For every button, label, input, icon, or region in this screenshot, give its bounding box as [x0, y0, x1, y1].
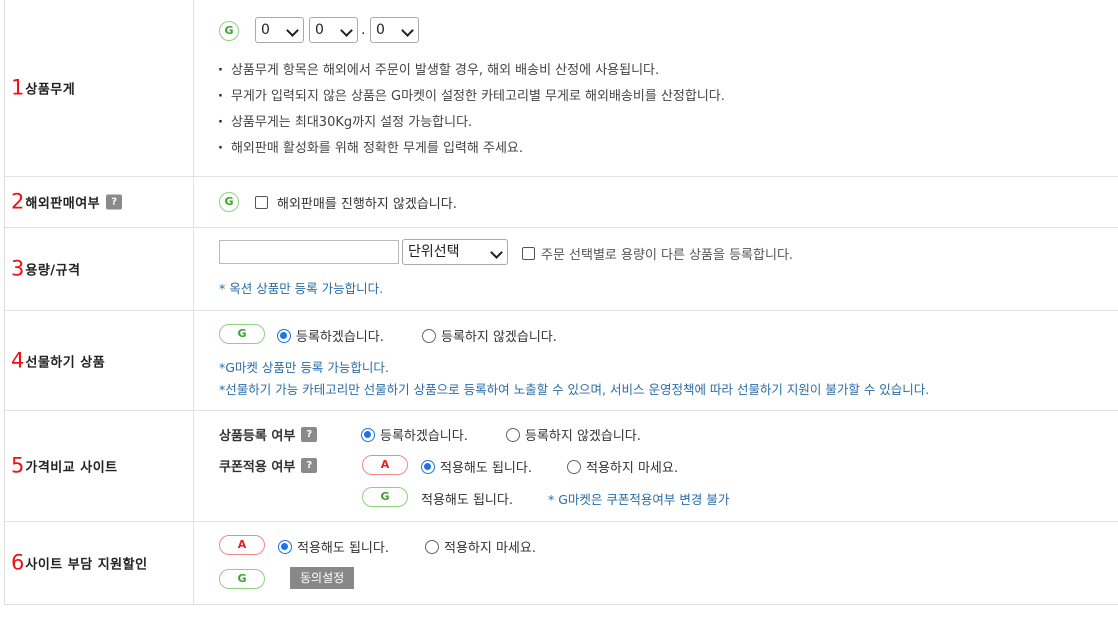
chevron-down-icon [401, 24, 414, 37]
row-weight: 1상품무게 G 0 0 . 0 상품무게 항목은 해외에서 주문이 발생할 경우… [5, 0, 1118, 176]
radio-icon[interactable] [567, 459, 581, 474]
coupon-radio-no[interactable]: 적용하지 마세요. [567, 457, 678, 476]
gift-radio-no[interactable]: 등록하지 않겠습니다. [422, 326, 557, 345]
row-content: G 등록하겠습니다. 등록하지 않겠습니다. *G마켓 상품만 등록 가능합니다… [194, 311, 1118, 410]
row-overseas: 2 해외판매여부? G 해외판매를 진행하지 않겠습니다. [5, 176, 1118, 227]
unit-select[interactable]: 단위선택 [402, 239, 508, 265]
bullet-item: 상품무게 항목은 해외에서 주문이 발생할 경우, 해외 배송비 산정에 사용됩… [218, 59, 659, 78]
row-header: 2 해외판매여부? [5, 177, 194, 227]
row-number: 4 [11, 348, 25, 372]
row-title: 사이트 부담 지원할인 [25, 557, 148, 573]
row-number: 3 [11, 256, 25, 281]
auction-badge: A [219, 535, 265, 555]
gmarket-badge: G [219, 21, 239, 41]
radio-icon[interactable] [506, 427, 520, 442]
row-title: 용량/규격 [25, 263, 81, 279]
weight-select-2[interactable]: 0 [309, 17, 358, 43]
radio-label: 등록하겠습니다. [296, 330, 384, 345]
bullet-item: 해외판매 활성화를 위해 정확한 무게를 입력해 주세요. [218, 137, 523, 156]
volume-checkbox-wrap[interactable]: 주문 선택별로 용량이 다른 상품을 등록합니다. [522, 244, 793, 263]
discount-radio-no[interactable]: 적용하지 마세요. [425, 537, 536, 556]
register-radio-yes[interactable]: 등록하겠습니다. [361, 425, 468, 444]
overseas-checkbox-wrap[interactable]: 해외판매를 진행하지 않겠습니다. [255, 193, 457, 212]
row-number: 2 [11, 189, 25, 214]
radio-label: 적용해도 됩니다. [297, 541, 389, 556]
overseas-checkbox[interactable] [255, 196, 268, 209]
row-gift: 4 선물하기 상품 G 등록하겠습니다. 등록하지 않겠습니다. *G마켓 상품만… [5, 310, 1118, 410]
coupon-label: 쿠폰적용 여부? [219, 456, 318, 475]
auction-note: * 옥션 상품만 등록 가능합니다. [219, 281, 384, 296]
radio-selected-icon[interactable] [278, 539, 292, 554]
chevron-down-icon [286, 24, 299, 37]
help-icon[interactable]: ? [301, 427, 318, 442]
register-radio-no[interactable]: 등록하지 않겠습니다. [506, 425, 641, 444]
volume-checkbox[interactable] [522, 247, 535, 260]
row-site-discount: 6 사이트 부담 지원할인 A 적용해도 됩니다. 적용하지 마세요. G 동의설… [5, 521, 1118, 604]
row-number: 5 [11, 453, 25, 478]
row-title: 해외판매여부 [25, 196, 101, 212]
row-header: 5 가격비교 사이트 [5, 411, 194, 521]
row-number: 1 [11, 75, 25, 100]
radio-label: 적용하지 마세요. [586, 461, 678, 476]
gmarket-badge: G [219, 324, 265, 344]
gmarket-badge: G [219, 192, 239, 212]
row-content: 상품등록 여부? 등록하겠습니다. 등록하지 않겠습니다. 쿠폰적용 여부? A… [194, 411, 1118, 521]
chevron-down-icon [340, 24, 353, 37]
volume-input[interactable] [219, 240, 399, 264]
bullet-item: 상품무게는 최대30Kg까지 설정 가능합니다. [218, 111, 472, 130]
help-icon[interactable]: ? [301, 458, 318, 473]
checkbox-label: 주문 선택별로 용량이 다른 상품을 등록합니다. [541, 248, 794, 263]
row-price-compare: 5 가격비교 사이트 상품등록 여부? 등록하겠습니다. 등록하지 않겠습니다. … [5, 410, 1118, 521]
radio-selected-icon[interactable] [421, 459, 435, 474]
radio-icon[interactable] [422, 328, 436, 343]
row-title: 상품무게 [25, 82, 76, 98]
coupon-radio-yes[interactable]: 적용해도 됩니다. [421, 457, 532, 476]
gift-radio-yes[interactable]: 등록하겠습니다. [277, 326, 384, 345]
product-settings-table: 1상품무게 G 0 0 . 0 상품무게 항목은 해외에서 주문이 발생할 경우… [4, 0, 1118, 605]
label-text: 상품등록 여부 [219, 429, 296, 444]
gmarket-coupon-text: 적용해도 됩니다. [421, 493, 513, 508]
row-header: 4 선물하기 상품 [5, 311, 194, 410]
chevron-down-icon [490, 246, 503, 259]
agree-setting-button[interactable]: 동의설정 [290, 567, 355, 589]
label-text: 쿠폰적용 여부 [219, 460, 296, 475]
radio-label: 등록하지 않겠습니다. [525, 429, 641, 444]
gmarket-badge: G [219, 569, 265, 589]
row-content: G 해외판매를 진행하지 않겠습니다. [194, 177, 1118, 227]
row-title: 가격비교 사이트 [25, 460, 118, 476]
weight-select-3[interactable]: 0 [370, 17, 419, 43]
checkbox-label: 해외판매를 진행하지 않겠습니다. [277, 197, 457, 212]
gift-note-1: *G마켓 상품만 등록 가능합니다. [219, 360, 389, 375]
weight-select-1[interactable]: 0 [255, 17, 304, 43]
decimal-dot: . [361, 22, 366, 38]
auction-badge: A [362, 455, 408, 475]
radio-label: 적용하지 마세요. [444, 541, 536, 556]
row-header: 3 용량/규격 [5, 228, 194, 310]
row-number: 6 [11, 550, 25, 575]
gift-note-2: *선물하기 가능 카테고리만 선물하기 상품으로 등록하여 노출할 수 있으며,… [219, 382, 930, 397]
bullet-item: 무게가 입력되지 않은 상품은 G마켓이 설정한 카테고리별 무게로 해외배송비… [218, 85, 725, 104]
help-icon[interactable]: ? [106, 194, 123, 210]
discount-radio-yes[interactable]: 적용해도 됩니다. [278, 537, 389, 556]
radio-label: 등록하지 않겠습니다. [441, 330, 557, 345]
radio-label: 적용해도 됩니다. [440, 461, 532, 476]
gmarket-badge: G [362, 487, 408, 507]
row-content: A 적용해도 됩니다. 적용하지 마세요. G 동의설정 [194, 522, 1118, 604]
radio-label: 등록하겠습니다. [380, 429, 468, 444]
radio-icon[interactable] [425, 539, 439, 554]
row-header: 6 사이트 부담 지원할인 [5, 522, 194, 604]
gmarket-coupon-note: * G마켓은 쿠폰적용여부 변경 불가 [548, 492, 730, 507]
radio-selected-icon[interactable] [277, 328, 291, 343]
row-header: 1 상품무게 [5, 0, 194, 176]
row-volume: 3 용량/규격 단위선택 주문 선택별로 용량이 다른 상품을 등록합니다. * … [5, 227, 1118, 310]
register-label: 상품등록 여부? [219, 425, 318, 444]
row-content: G 0 0 . 0 상품무게 항목은 해외에서 주문이 발생할 경우, 해외 배… [194, 0, 1118, 176]
radio-selected-icon[interactable] [361, 427, 375, 442]
row-title: 선물하기 상품 [25, 355, 106, 370]
row-content: 단위선택 주문 선택별로 용량이 다른 상품을 등록합니다. * 옥션 상품만 … [194, 228, 1118, 310]
